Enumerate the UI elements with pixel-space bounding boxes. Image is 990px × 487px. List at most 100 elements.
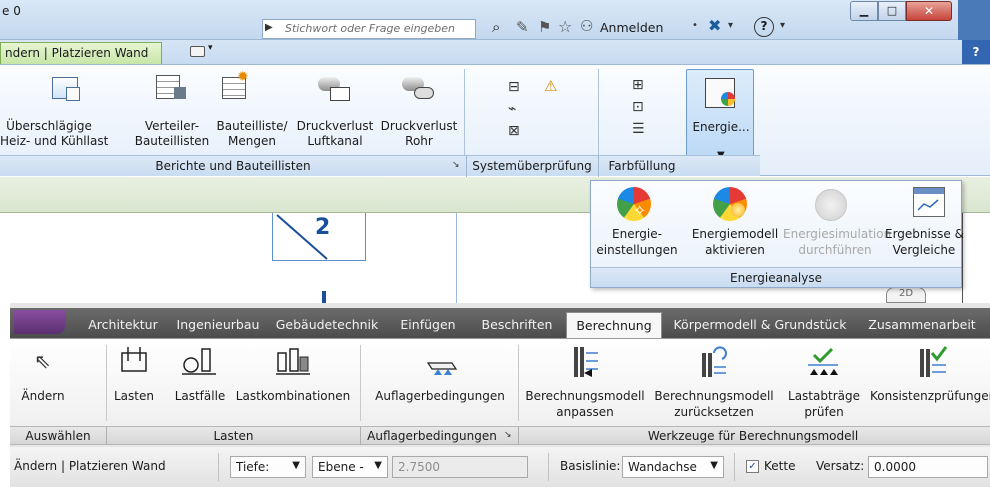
energy-settings-button[interactable]: Energie- einstellungen bbox=[591, 227, 683, 261]
load-cases-button[interactable]: Lastfälle bbox=[170, 343, 230, 421]
check-load-takedown-button[interactable]: Lastabträge prüfen bbox=[776, 343, 872, 425]
group-label-farbfuellung: Farbfüllung bbox=[608, 159, 676, 173]
search-box[interactable]: ▶ Stichwort oder Frage eingeben bbox=[262, 19, 476, 39]
group-label-auflagerbedingungen: Auflagerbedingungen bbox=[367, 428, 497, 443]
adjust-analytical-model-icon bbox=[574, 347, 598, 377]
show-disconnects-icon[interactable]: ⚠ bbox=[544, 77, 557, 95]
energy-simulation-button[interactable]: Energiesimulation durchführen bbox=[783, 227, 891, 261]
tab-berechnung[interactable]: Berechnung bbox=[566, 312, 662, 338]
title-bar: e 0 ▶ Stichwort oder Frage eingeben ⌕ ✎ … bbox=[0, 0, 990, 40]
distribution-schedules-button[interactable]: Verteiler- Bauteillisten bbox=[130, 119, 214, 149]
exchange-dropdown-icon[interactable]: ▾ bbox=[728, 20, 733, 31]
group-label-systempruefung: Systemüberprüfung bbox=[472, 159, 592, 173]
subscription-icon[interactable]: ✎ bbox=[516, 18, 529, 36]
kette-label: Kette bbox=[764, 459, 796, 473]
tab-koerpermodell-grundstueck[interactable]: Körpermodell & Grundstück bbox=[670, 312, 850, 338]
chevron-down-icon: ▼ bbox=[374, 460, 382, 471]
group-label-werkzeuge: Werkzeuge für Berechnungsmodell bbox=[647, 428, 859, 443]
favorites-star-icon[interactable]: ☆ bbox=[558, 17, 572, 36]
minimize-button[interactable]: ▁ bbox=[850, 1, 878, 21]
duct-pressure-loss-button[interactable]: Druckverlust Luftkanal bbox=[294, 119, 376, 149]
chevron-down-icon: ▼ bbox=[710, 460, 718, 471]
tab-aendern-platzieren-wand[interactable]: ndern | Platzieren Wand bbox=[0, 42, 162, 64]
versatz-input[interactable]: 0.0000 bbox=[868, 456, 988, 478]
check-duct-systems-icon[interactable]: ⊟ bbox=[508, 79, 520, 95]
ribbon-tab-row: ndern | Platzieren Wand ▾ ? bbox=[0, 40, 990, 64]
consistency-checks-button[interactable]: Konsistenzprüfungen bbox=[870, 343, 990, 425]
energy-model-activate-button[interactable]: Energiemodell aktivieren bbox=[685, 227, 785, 261]
kette-checkbox[interactable]: ✓ bbox=[746, 460, 759, 473]
height-value-field[interactable]: 2.7500 bbox=[392, 456, 528, 478]
load-cases-icon bbox=[182, 348, 216, 375]
check-load-takedown-icon bbox=[808, 347, 838, 375]
help-icon[interactable]: ? bbox=[754, 17, 774, 37]
energy-settings-icon: ✧ bbox=[617, 187, 651, 221]
binoculars-icon[interactable]: ⌕ bbox=[492, 18, 500, 36]
basislinie-dropdown[interactable]: Wandachse ▼ bbox=[622, 456, 724, 478]
loads-button[interactable]: Lasten bbox=[108, 343, 160, 421]
tab-architektur[interactable]: Architektur bbox=[80, 312, 166, 338]
group-label-berichte: Berichte und Bauteillisten bbox=[155, 159, 311, 173]
section-tag-number: 2 bbox=[315, 215, 331, 240]
reset-analytical-model-icon bbox=[702, 346, 727, 377]
basislinie-label: Basislinie: bbox=[560, 459, 621, 473]
load-combinations-icon bbox=[276, 348, 310, 375]
heating-cooling-load-icon bbox=[52, 73, 82, 101]
wall-marker bbox=[322, 291, 326, 303]
close-button[interactable]: ✕ bbox=[906, 1, 952, 21]
boundary-conditions-icon bbox=[426, 362, 458, 375]
tab-gebaeudetechnik[interactable]: Gebäudetechnik bbox=[272, 312, 382, 338]
ribbon-tab-row-bottom: Architektur Ingenieurbau Gebäudetechnik … bbox=[10, 308, 990, 338]
tab-beschriften[interactable]: Beschriften bbox=[472, 312, 562, 338]
schedule-quantities-icon: ✹ bbox=[222, 69, 252, 101]
window-title: e 0 bbox=[2, 4, 21, 18]
ribbon-minimize-icon[interactable]: ▾ bbox=[190, 43, 216, 59]
results-compare-button[interactable]: Ergebnisse & Vergleiche bbox=[885, 227, 964, 261]
tiefe-dropdown[interactable]: Tiefe: ▼ bbox=[230, 456, 306, 478]
color-fill-legend-icon[interactable]: ☰ bbox=[632, 121, 645, 137]
schedule-quantities-button[interactable]: Bauteilliste/ Mengen bbox=[212, 119, 292, 149]
dialog-launcher-icon[interactable]: ↘ bbox=[452, 160, 460, 170]
load-combinations-button[interactable]: Lastkombinationen bbox=[230, 343, 356, 421]
exchange-x-icon[interactable]: ✖ bbox=[708, 16, 721, 35]
signin-dropdown-icon[interactable]: • bbox=[692, 20, 698, 31]
maximize-button[interactable]: □ bbox=[878, 1, 906, 21]
ebene-dropdown[interactable]: Ebene - ▼ bbox=[312, 456, 388, 478]
reset-analytical-model-button[interactable]: Berechnungsmodell zurücksetzen bbox=[650, 343, 778, 425]
ribbon-group-bar-top: Berichte und Bauteillisten ↘ Systemüberp… bbox=[0, 155, 760, 177]
dialog-launcher-icon[interactable]: ↘ bbox=[504, 430, 512, 440]
tab-einfuegen[interactable]: Einfügen bbox=[392, 312, 464, 338]
application-menu-button[interactable] bbox=[14, 310, 66, 334]
chevron-down-icon: ▼ bbox=[292, 460, 300, 471]
modify-button[interactable]: ⇖ Ändern bbox=[14, 343, 72, 421]
results-compare-icon bbox=[913, 187, 945, 217]
viewcube-icon[interactable]: 2D bbox=[886, 287, 926, 303]
check-circuits-icon[interactable]: ⊠ bbox=[508, 123, 520, 139]
user-icon[interactable]: ⚇ bbox=[580, 17, 593, 35]
tab-ingenieurbau[interactable]: Ingenieurbau bbox=[172, 312, 264, 338]
boundary-conditions-button[interactable]: Auflagerbedingungen bbox=[364, 343, 516, 421]
ribbon-group-bar-bottom: Auswählen Lasten Auflagerbedingungen ↘ W… bbox=[10, 426, 990, 445]
group-label-lasten: Lasten bbox=[213, 428, 254, 443]
heating-cooling-load-button[interactable]: Überschlägige Heiz- und Kühllast bbox=[0, 119, 108, 149]
adjust-analytical-model-button[interactable]: Berechnungsmodell anpassen bbox=[520, 343, 650, 425]
consistency-checks-icon bbox=[920, 346, 948, 377]
pipe-pressure-loss-icon bbox=[402, 73, 436, 103]
distribution-schedule-icon bbox=[156, 73, 186, 101]
context-label: Ändern | Platzieren Wand bbox=[14, 459, 166, 473]
energy-model-activate-icon bbox=[713, 187, 747, 221]
duct-legend-icon[interactable]: ⊞ bbox=[632, 77, 644, 93]
loads-icon bbox=[121, 347, 147, 372]
help-side-icon[interactable]: ? bbox=[962, 40, 990, 64]
search-input[interactable]: Stichwort oder Frage eingeben bbox=[285, 22, 455, 35]
signin-button[interactable]: Anmelden bbox=[600, 20, 663, 35]
tab-zusammenarbeit[interactable]: Zusammenarbeit bbox=[862, 312, 982, 338]
energy-color-wheel-icon bbox=[721, 92, 735, 106]
communication-icon[interactable]: ⚑ bbox=[538, 18, 551, 36]
check-pipe-systems-icon[interactable]: ⌁ bbox=[508, 101, 516, 117]
pipe-legend-icon[interactable]: ⊡ bbox=[632, 99, 644, 115]
duct-pressure-loss-icon bbox=[318, 73, 352, 103]
cursor-arrow-icon: ⇖ bbox=[34, 349, 51, 373]
help-dropdown-icon[interactable]: ▾ bbox=[780, 20, 785, 31]
pipe-pressure-loss-button[interactable]: Druckverlust Rohr bbox=[378, 119, 460, 149]
